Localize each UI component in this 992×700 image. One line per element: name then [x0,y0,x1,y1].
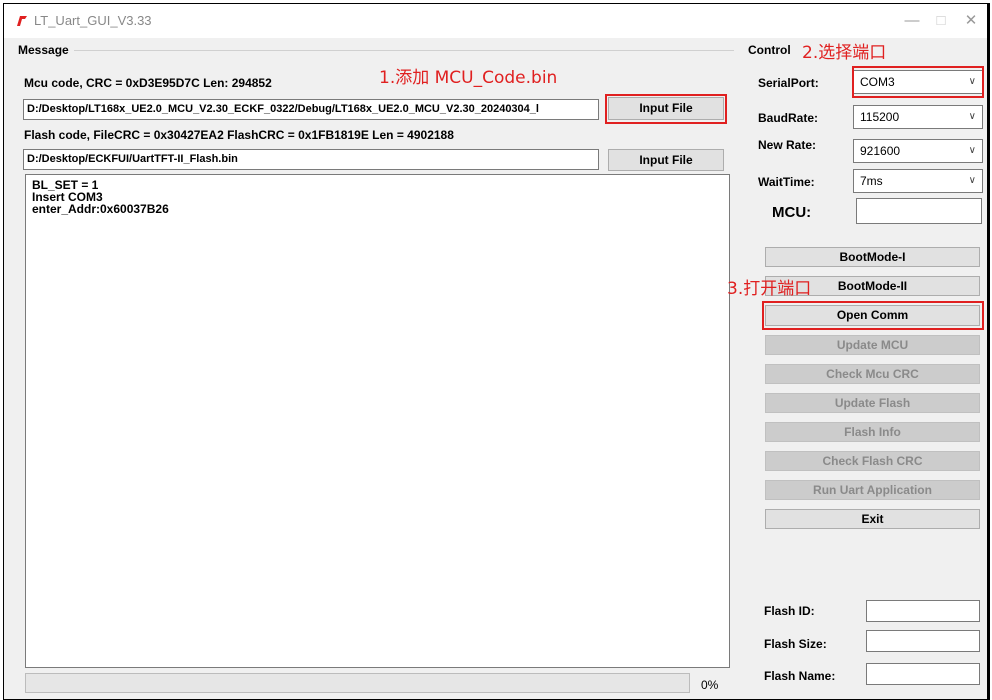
chevron-down-icon: ∨ [968,175,976,186]
chevron-down-icon: ∨ [968,111,976,122]
progress-bar [25,673,690,693]
flash-name-label: Flash Name: [764,669,836,683]
message-group-divider [74,50,734,51]
check-flash-crc-button[interactable]: Check Flash CRC [765,451,980,471]
update-mcu-button[interactable]: Update MCU [765,335,980,355]
app-window: LT_Uart_GUI_V3.33 — □ ✕ Message Mcu code… [3,3,990,700]
annotation-step-1: 1.添加 MCU_Code.bin [379,68,558,88]
annotation-step-3: 3.打开端口 [727,279,812,299]
log-output: BL_SET = 1 Insert COM3 enter_Addr:0x6003… [25,174,730,668]
newrate-value: 921600 [860,144,901,158]
run-uart-application-button[interactable]: Run Uart Application [765,480,980,500]
flash-size-label: Flash Size: [764,637,827,651]
mcu-field[interactable] [856,198,982,224]
highlight-mcu-input-file [605,94,727,124]
exit-button[interactable]: Exit [765,509,980,529]
flash-info-text: Flash code, FileCRC = 0x30427EA2 FlashCR… [24,128,454,142]
annotation-step-2: 2.选择端口 [802,43,887,63]
flash-size-field[interactable] [866,630,980,652]
waittime-select[interactable]: 7ms ∨ [853,169,983,193]
baudrate-label: BaudRate: [758,111,819,125]
app-logo-icon [17,16,27,26]
title-bar: LT_Uart_GUI_V3.33 — □ ✕ [4,4,987,38]
control-group-label: Control [748,43,791,57]
update-flash-button[interactable]: Update Flash [765,393,980,413]
newrate-select[interactable]: 921600 ∨ [853,139,983,163]
highlight-serialport [852,66,984,98]
log-line: enter_Addr:0x60037B26 [32,202,169,216]
flash-id-field[interactable] [866,600,980,622]
baudrate-value: 115200 [860,110,900,124]
mcu-path-field[interactable]: D:/Desktop/LT168x_UE2.0_MCU_V2.30_ECKF_0… [23,99,599,120]
flash-name-field[interactable] [866,663,980,685]
waittime-label: WaitTime: [758,175,815,189]
log-line: BL_SET = 1 [32,178,99,192]
message-group-label: Message [18,43,69,57]
highlight-open-comm [762,301,984,330]
serialport-label: SerialPort: [758,76,819,90]
newrate-label: New Rate: [758,138,817,152]
baudrate-select[interactable]: 115200 ∨ [853,105,983,129]
maximize-button[interactable]: □ [926,10,956,32]
close-button[interactable]: ✕ [956,10,986,32]
minimize-button[interactable]: — [897,10,927,32]
window-title: LT_Uart_GUI_V3.33 [34,13,152,28]
flash-id-label: Flash ID: [764,604,815,618]
mcu-label: MCU: [772,204,812,221]
mcu-info-text: Mcu code, CRC = 0xD3E95D7C Len: 294852 [24,76,272,90]
check-mcu-crc-button[interactable]: Check Mcu CRC [765,364,980,384]
bootmode-1-button[interactable]: BootMode-I [765,247,980,267]
waittime-value: 7ms [860,174,883,188]
flash-input-file-button[interactable]: Input File [608,149,724,171]
chevron-down-icon: ∨ [968,145,976,156]
progress-percent: 0% [701,678,719,692]
flash-path-field[interactable]: D:/Desktop/ECKFUI/UartTFT-II_Flash.bin [23,149,599,170]
flash-info-button[interactable]: Flash Info [765,422,980,442]
